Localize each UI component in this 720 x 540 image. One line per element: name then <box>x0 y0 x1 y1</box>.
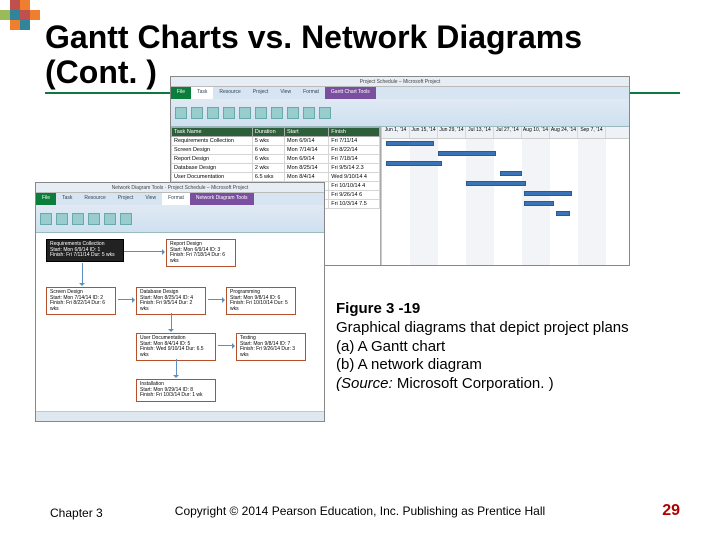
gantt-bar <box>466 181 526 186</box>
col-finish: Finish <box>329 128 380 137</box>
ribbon-icon[interactable] <box>255 107 267 119</box>
table-row: Screen Design6 wksMon 7/14/14Fri 8/22/14 <box>172 146 380 155</box>
node-screen-design[interactable]: Screen Design Start: Mon 7/14/14 ID: 2 F… <box>46 287 116 315</box>
gantt-bar <box>386 141 434 146</box>
gantt-bar <box>556 211 570 216</box>
network-canvas: Requirements Collection Start: Mon 6/9/1… <box>36 233 324 421</box>
footer-page-number: 29 <box>662 502 680 520</box>
ribbon-icon[interactable] <box>104 213 116 225</box>
gantt-timeline: Jun 1, '14Jun 15, '14 Jun 29, '14Jul 13,… <box>381 127 629 265</box>
gantt-bars <box>382 139 629 265</box>
gantt-tabs: File Task Resource Project View Format G… <box>171 87 629 99</box>
network-diagram-figure: Network Diagram Tools · Project Schedule… <box>35 182 325 422</box>
slide: Gantt Charts vs. Network Diagrams (Cont.… <box>0 0 720 540</box>
ribbon-icon[interactable] <box>239 107 251 119</box>
caption-source: (Source: Microsoft Corporation. ) <box>336 375 666 394</box>
ribbon-icon[interactable] <box>207 107 219 119</box>
node-testing[interactable]: Testing Start: Mon 9/8/14 ID: 7 Finish: … <box>236 333 306 361</box>
gantt-timeline-header: Jun 1, '14Jun 15, '14 Jun 29, '14Jul 13,… <box>382 127 629 139</box>
tab-resource[interactable]: Resource <box>213 87 246 99</box>
tab-format[interactable]: Format <box>297 87 325 99</box>
tab-tools[interactable]: Gantt Chart Tools <box>325 87 376 99</box>
ribbon-icon[interactable] <box>88 213 100 225</box>
footer-copyright: Copyright © 2014 Pearson Education, Inc.… <box>0 504 720 518</box>
caption-b: (b) A network diagram <box>336 356 666 375</box>
ribbon-icon[interactable] <box>287 107 299 119</box>
node-installation[interactable]: Installation Start: Mon 9/29/14 ID: 8 Fi… <box>136 379 216 402</box>
caption-desc: Graphical diagrams that depict project p… <box>336 319 666 338</box>
network-ribbon-icons <box>40 207 320 230</box>
tab-file[interactable]: File <box>36 193 56 205</box>
arrow-icon <box>171 313 172 331</box>
gantt-window-title: Project Schedule – Microsoft Project <box>171 77 629 87</box>
tab-tools[interactable]: Network Diagram Tools <box>190 193 254 205</box>
arrow-icon <box>82 263 83 285</box>
brand-mosaic-icon <box>0 0 40 30</box>
gantt-bar <box>524 191 572 196</box>
tab-task[interactable]: Task <box>191 87 213 99</box>
gantt-bar <box>438 151 496 156</box>
ribbon-icon[interactable] <box>303 107 315 119</box>
node-requirements[interactable]: Requirements Collection Start: Mon 6/9/1… <box>46 239 124 262</box>
gantt-bar <box>386 161 442 166</box>
network-ribbon: File Task Resource Project View Format N… <box>36 193 324 233</box>
node-user-doc[interactable]: User Documentation Start: Mon 8/4/14 ID:… <box>136 333 216 361</box>
ribbon-icon[interactable] <box>271 107 283 119</box>
gantt-bar <box>524 201 554 206</box>
ribbon-icon[interactable] <box>319 107 331 119</box>
gantt-ribbon-icons <box>175 101 625 124</box>
ribbon-icon[interactable] <box>56 213 68 225</box>
arrow-icon <box>218 345 234 346</box>
table-row: User Documentation6.5 wksMon 8/4/14Wed 9… <box>172 173 380 182</box>
arrow-icon <box>124 251 164 252</box>
tab-file[interactable]: File <box>171 87 191 99</box>
tab-task[interactable]: Task <box>56 193 78 205</box>
arrow-icon <box>176 359 177 377</box>
ribbon-icon[interactable] <box>175 107 187 119</box>
arrow-icon <box>208 299 224 300</box>
network-tabs: File Task Resource Project View Format N… <box>36 193 324 205</box>
gantt-ribbon: File Task Resource Project View Format G… <box>171 87 629 127</box>
col-dur: Duration <box>252 128 284 137</box>
tab-view[interactable]: View <box>274 87 297 99</box>
node-programming[interactable]: Programming Start: Mon 9/8/14 ID: 6 Fini… <box>226 287 296 315</box>
table-row: Report Design6 wksMon 6/9/14Fri 7/18/14 <box>172 155 380 164</box>
figure-caption: Figure 3 -19 Graphical diagrams that dep… <box>336 300 666 394</box>
tab-project[interactable]: Project <box>112 193 140 205</box>
caption-a: (a) A Gantt chart <box>336 338 666 357</box>
node-database-design[interactable]: Database Design Start: Mon 8/25/14 ID: 4… <box>136 287 206 315</box>
table-row: Requirements Collection5 wksMon 6/9/14Fr… <box>172 137 380 146</box>
ribbon-icon[interactable] <box>40 213 52 225</box>
gantt-bar <box>500 171 522 176</box>
tab-project[interactable]: Project <box>247 87 275 99</box>
col-task: Task Name <box>172 128 253 137</box>
network-window-title: Network Diagram Tools · Project Schedule… <box>36 183 324 193</box>
network-status-bar <box>36 411 324 421</box>
ribbon-icon[interactable] <box>223 107 235 119</box>
tab-view[interactable]: View <box>139 193 162 205</box>
table-row: Database Design2 wksMon 8/25/14Fri 9/5/1… <box>172 164 380 173</box>
tab-resource[interactable]: Resource <box>78 193 111 205</box>
caption-fig-no: Figure 3 -19 <box>336 300 420 317</box>
ribbon-icon[interactable] <box>120 213 132 225</box>
ribbon-icon[interactable] <box>72 213 84 225</box>
tab-format[interactable]: Format <box>162 193 190 205</box>
node-report-design[interactable]: Report Design Start: Mon 6/9/14 ID: 3 Fi… <box>166 239 236 267</box>
arrow-icon <box>118 299 134 300</box>
col-start: Start <box>284 128 328 137</box>
ribbon-icon[interactable] <box>191 107 203 119</box>
